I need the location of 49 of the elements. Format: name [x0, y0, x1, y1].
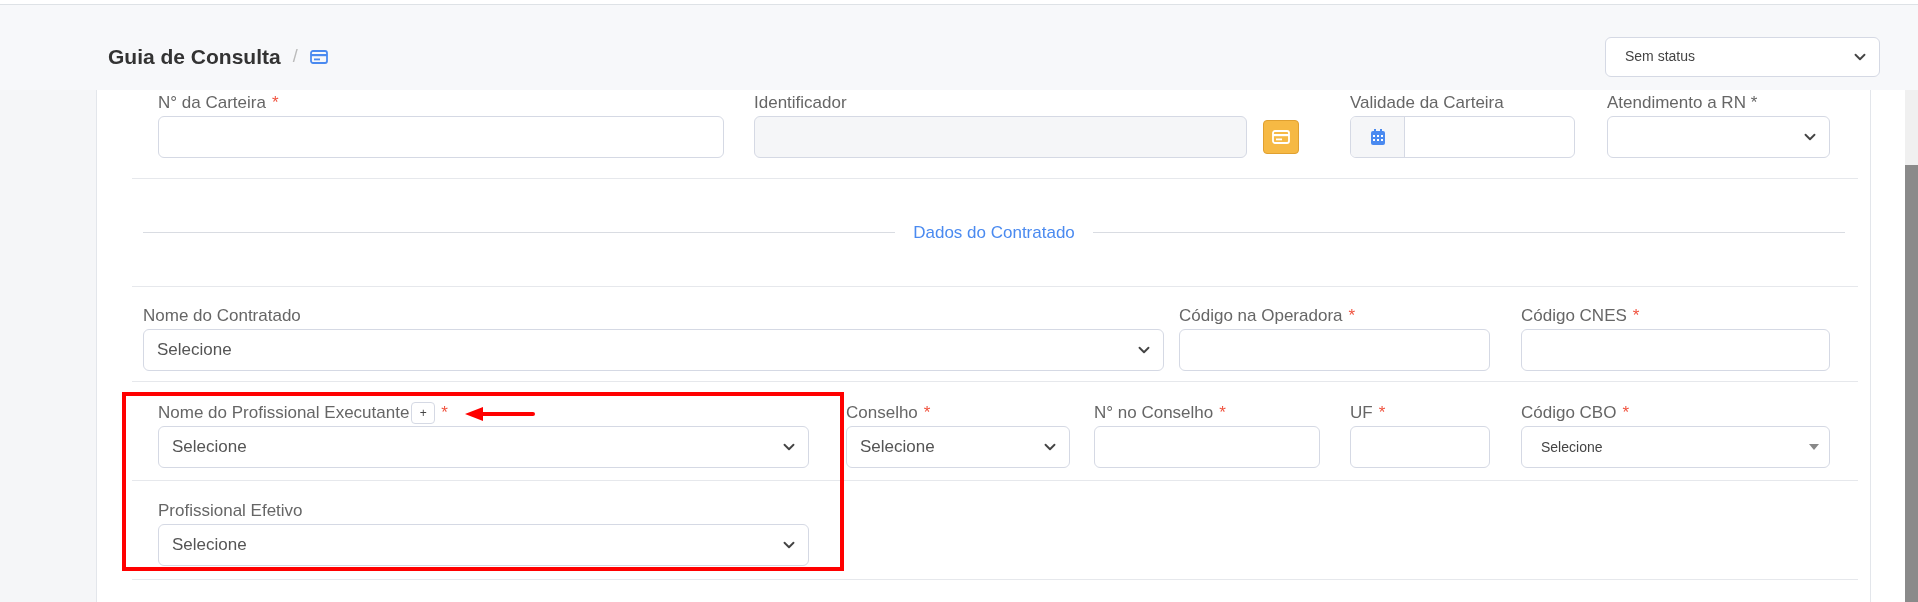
field-label: Identificador — [754, 92, 847, 115]
field-label: N° no Conselho — [1094, 402, 1214, 425]
add-button[interactable]: + — [411, 402, 436, 424]
caret-icon — [1809, 444, 1819, 450]
required-asterisk: * — [271, 92, 279, 115]
select-value: Selecione — [172, 534, 247, 557]
text-field[interactable] — [1094, 426, 1320, 468]
arrow — [465, 407, 535, 421]
select-field[interactable]: Selecione — [158, 426, 809, 468]
field-label: Validade da Carteira — [1350, 92, 1504, 115]
field-label: N° da Carteira — [158, 92, 266, 115]
field-label: Código CNES — [1521, 305, 1627, 328]
calendar-icon — [1370, 129, 1385, 145]
select-value: Selecione — [860, 436, 935, 459]
field-label: Conselho — [846, 402, 918, 425]
breadcrumb-separator: / — [292, 45, 298, 68]
text-field[interactable] — [158, 116, 724, 158]
card-icon — [1272, 130, 1290, 144]
select-field[interactable]: Selecione — [1521, 426, 1830, 468]
field-label: Nome do Contratado — [143, 305, 301, 328]
required-asterisk: * — [1348, 305, 1356, 328]
text-field[interactable] — [1179, 329, 1490, 371]
field-label: UF — [1350, 402, 1373, 425]
select-field[interactable]: Selecione — [143, 329, 1164, 371]
select-field[interactable]: Selecione — [158, 524, 809, 566]
required-asterisk: * — [1378, 402, 1386, 425]
select-field[interactable]: Selecione — [846, 426, 1070, 468]
required-asterisk: * — [1632, 305, 1640, 328]
required-asterisk: * — [923, 402, 931, 425]
card-icon — [309, 49, 328, 64]
status-select[interactable]: Sem status — [1605, 36, 1880, 77]
select-value: Sem status — [1625, 47, 1696, 66]
text-field[interactable] — [1521, 329, 1830, 371]
field-label: Atendimento a RN * — [1607, 92, 1758, 115]
page-title: Guia de Consulta — [108, 43, 281, 70]
field-label: Código na Operadora — [1179, 305, 1343, 328]
field-label: Nome do Profissional Executante — [158, 402, 410, 425]
field-label: Profissional Efetivo — [158, 500, 303, 523]
text-field[interactable] — [1350, 426, 1490, 468]
date-field[interactable] — [1350, 116, 1575, 158]
select-field[interactable] — [1607, 116, 1830, 158]
required-asterisk: * — [441, 402, 448, 425]
select-value: Selecione — [1541, 437, 1603, 457]
section-title: Dados do Contratado — [912, 221, 1076, 244]
select-value: Selecione — [157, 339, 232, 362]
select-value: Selecione — [172, 436, 247, 459]
required-asterisk: * — [1219, 402, 1226, 425]
field-label: Código CBO — [1521, 402, 1617, 425]
required-asterisk: * — [1622, 402, 1630, 425]
